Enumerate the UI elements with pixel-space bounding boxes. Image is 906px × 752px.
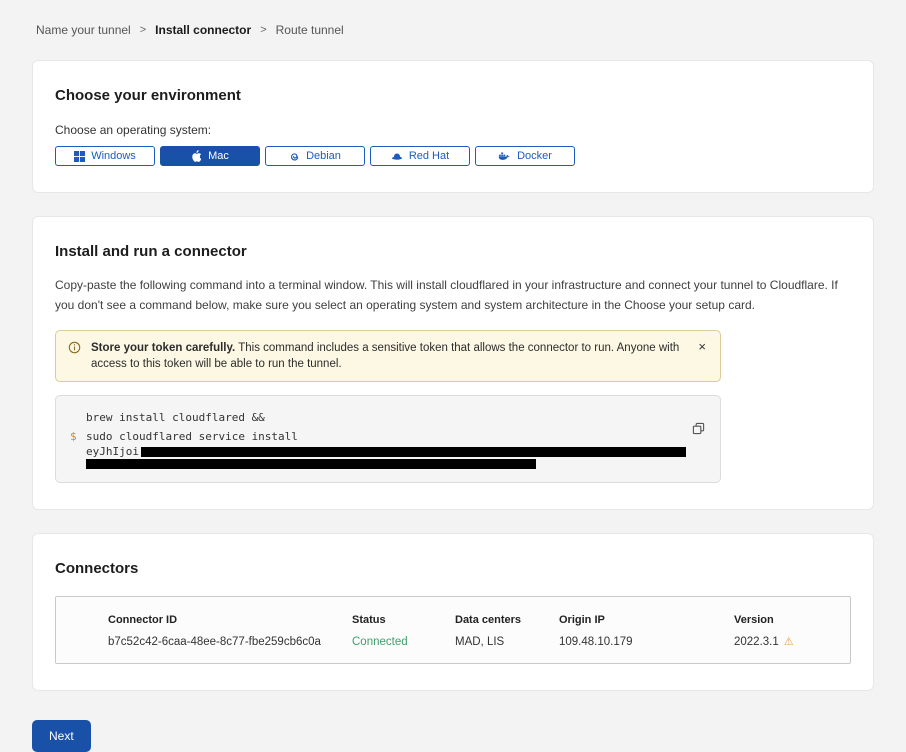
cell-origin-ip: 109.48.10.179 xyxy=(559,636,734,648)
table-header-row: Connector ID Status Data centers Origin … xyxy=(56,614,850,626)
next-button[interactable]: Next xyxy=(32,720,91,752)
token-warning-text: Store your token carefully. This command… xyxy=(91,340,686,372)
token-warning-banner: Store your token carefully. This command… xyxy=(55,330,721,382)
col-header-origin-ip: Origin IP xyxy=(559,614,734,626)
os-button-group: Windows Mac Debian Red Hat xyxy=(55,146,851,166)
main-content: Choose your environment Choose an operat… xyxy=(32,60,874,691)
cell-version: 2022.3.1 ⚠ xyxy=(734,636,834,648)
cell-data-centers: MAD, LIS xyxy=(455,636,559,648)
col-header-version: Version xyxy=(734,614,834,626)
token-prefix: eyJhIjoi xyxy=(86,446,139,458)
breadcrumb: Name your tunnel > Install connector > R… xyxy=(0,0,906,60)
breadcrumb-separator: > xyxy=(260,24,266,36)
code-line-token: eyJhIjoi xyxy=(70,446,704,458)
install-card: Install and run a connector Copy-paste t… xyxy=(32,216,874,510)
redacted-token-bar xyxy=(86,459,536,469)
os-button-label: Docker xyxy=(517,150,552,162)
token-warning-bold: Store your token carefully. xyxy=(91,342,235,354)
install-description: Copy-paste the following command into a … xyxy=(55,275,851,315)
cell-connector-id: b7c52c42-6caa-48ee-8c77-fbe259cb6c0a xyxy=(108,636,352,648)
os-button-redhat[interactable]: Red Hat xyxy=(370,146,470,166)
redacted-token-bar xyxy=(141,447,686,457)
os-button-label: Debian xyxy=(306,150,341,162)
windows-icon xyxy=(74,151,85,162)
code-text: sudo cloudflared service install xyxy=(86,427,298,446)
copy-icon[interactable] xyxy=(692,422,705,435)
environment-card-title: Choose your environment xyxy=(55,87,851,104)
docker-icon xyxy=(498,151,511,161)
os-button-label: Windows xyxy=(91,150,136,162)
environment-card: Choose your environment Choose an operat… xyxy=(32,60,874,193)
shell-prompt: $ xyxy=(70,427,86,446)
breadcrumb-route-tunnel[interactable]: Route tunnel xyxy=(276,23,344,37)
os-button-debian[interactable]: Debian xyxy=(265,146,365,166)
connectors-card-title: Connectors xyxy=(55,560,851,577)
col-header-data-centers: Data centers xyxy=(455,614,559,626)
code-line-2: $ sudo cloudflared service install xyxy=(70,427,704,446)
code-line-1: brew install cloudflared && xyxy=(70,408,704,427)
version-value: 2022.3.1 xyxy=(734,636,779,648)
os-button-label: Red Hat xyxy=(409,150,449,162)
col-header-status: Status xyxy=(352,614,455,626)
code-line-token-2 xyxy=(70,458,704,470)
os-select-label: Choose an operating system: xyxy=(55,123,851,137)
version-warning-icon: ⚠ xyxy=(784,637,794,648)
debian-icon xyxy=(289,151,300,162)
table-row: b7c52c42-6caa-48ee-8c77-fbe259cb6c0a Con… xyxy=(56,636,850,648)
os-button-windows[interactable]: Windows xyxy=(55,146,155,166)
close-icon[interactable]: × xyxy=(696,340,708,354)
os-button-mac[interactable]: Mac xyxy=(160,146,260,166)
redhat-icon xyxy=(391,152,403,161)
breadcrumb-install-connector[interactable]: Install connector xyxy=(155,23,251,37)
status-badge: Connected xyxy=(352,636,455,648)
os-button-docker[interactable]: Docker xyxy=(475,146,575,166)
os-button-label: Mac xyxy=(208,150,229,162)
code-text: brew install cloudflared && xyxy=(86,408,265,427)
connectors-card: Connectors Connector ID Status Data cent… xyxy=(32,533,874,691)
install-card-title: Install and run a connector xyxy=(55,243,851,260)
connectors-table: Connector ID Status Data centers Origin … xyxy=(55,596,851,664)
col-header-connector-id: Connector ID xyxy=(108,614,352,626)
command-code-block: brew install cloudflared && $ sudo cloud… xyxy=(55,395,721,483)
breadcrumb-separator: > xyxy=(140,24,146,36)
apple-icon xyxy=(191,150,202,162)
breadcrumb-name-your-tunnel[interactable]: Name your tunnel xyxy=(36,23,131,37)
info-icon xyxy=(68,341,81,372)
